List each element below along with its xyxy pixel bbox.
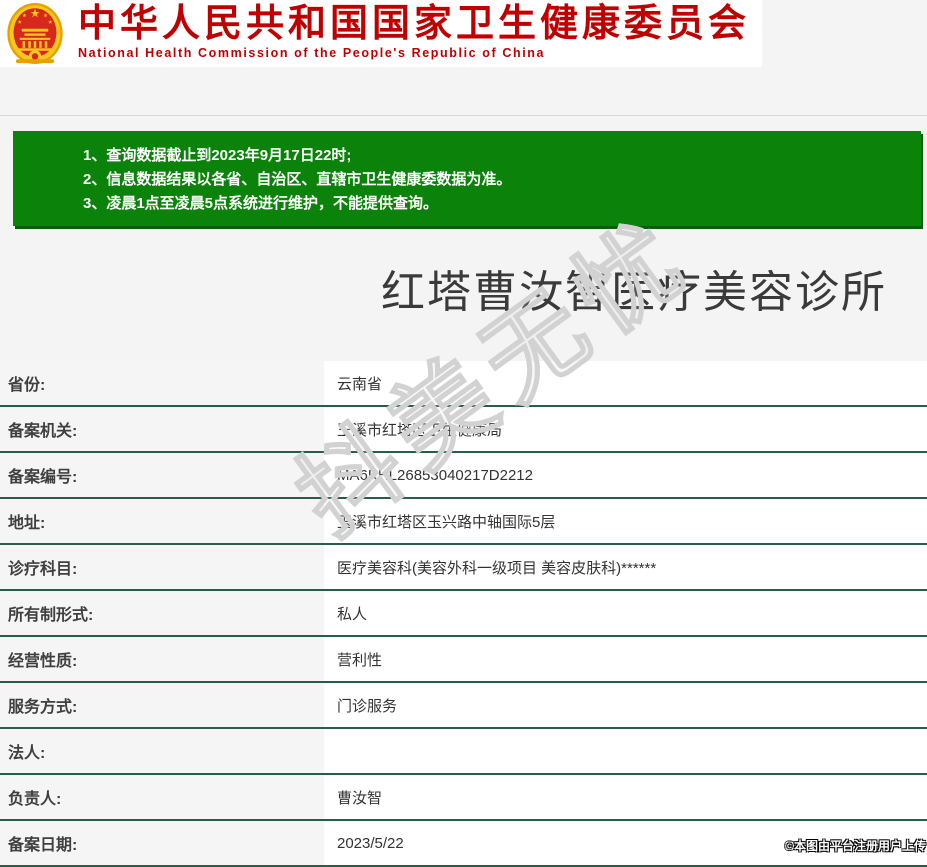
field-value: 门诊服务 [324,683,927,727]
field-label: 备案机关: [0,407,324,451]
field-value [324,729,927,773]
header-titles: 中华人民共和国国家卫生健康委员会 National Health Commiss… [78,3,750,60]
field-value: 私人 [324,591,927,635]
table-row: 省份: 云南省 [0,361,927,407]
site-header: 中华人民共和国国家卫生健康委员会 National Health Commiss… [0,0,762,67]
table-row: 经营性质: 营利性 [0,637,927,683]
table-row: 诊疗科目: 医疗美容科(美容外科一级项目 美容皮肤科)****** [0,545,927,591]
notice-line-2: 2、信息数据结果以各省、自治区、直辖市卫生健康委数据为准。 [83,171,512,188]
field-label: 诊疗科目: [0,545,324,589]
site-title-english: National Health Commission of the People… [78,46,546,60]
china-national-emblem-icon [7,2,63,65]
field-value: 玉溪市红塔区卫生健康局 [324,407,927,451]
field-label: 省份: [0,361,324,405]
field-label: 经营性质: [0,637,324,681]
institution-name: 红塔曹汝智医疗美容诊所 [381,268,887,317]
field-label: 所有制形式: [0,591,324,635]
field-value: 营利性 [324,637,927,681]
field-label: 备案日期: [0,821,324,865]
table-row: 负责人: 曹汝智 [0,775,927,821]
table-row: 备案机关: 玉溪市红塔区卫生健康局 [0,407,927,453]
table-row: 地址: 玉溪市红塔区玉兴路中轴国际5层 [0,499,927,545]
notice-box: 1、查询数据截止到2023年9月17日22时; 2、信息数据结果以各省、自治区、… [13,131,921,226]
table-row: 服务方式: 门诊服务 [0,683,927,729]
field-label: 地址: [0,499,324,543]
field-value: 医疗美容科(美容外科一级项目 美容皮肤科)****** [324,545,927,589]
table-row: 法人: [0,729,927,775]
notice-line-3: 3、凌晨1点至凌晨5点系统进行维护，不能提供查询。 [83,195,439,212]
field-label: 负责人: [0,775,324,819]
record-table: 省份: 云南省 备案机关: 玉溪市红塔区卫生健康局 备案编号: MA6KHL26… [0,361,927,867]
field-label: 法人: [0,729,324,773]
table-row: 备案编号: MA6KHL26853040217D2212 [0,453,927,499]
header-divider [0,115,927,116]
field-value: 云南省 [324,361,927,405]
field-label: 备案编号: [0,453,324,497]
site-title-chinese: 中华人民共和国国家卫生健康委员会 [78,3,751,45]
field-value: 曹汝智 [324,775,927,819]
table-row: 所有制形式: 私人 [0,591,927,637]
upload-credit-note: ©本图由平台注册用户上传 [785,839,926,853]
notice-line-1: 1、查询数据截止到2023年9月17日22时; [83,147,352,164]
field-value: MA6KHL26853040217D2212 [324,453,927,497]
field-value: 玉溪市红塔区玉兴路中轴国际5层 [324,499,927,543]
field-label: 服务方式: [0,683,324,727]
